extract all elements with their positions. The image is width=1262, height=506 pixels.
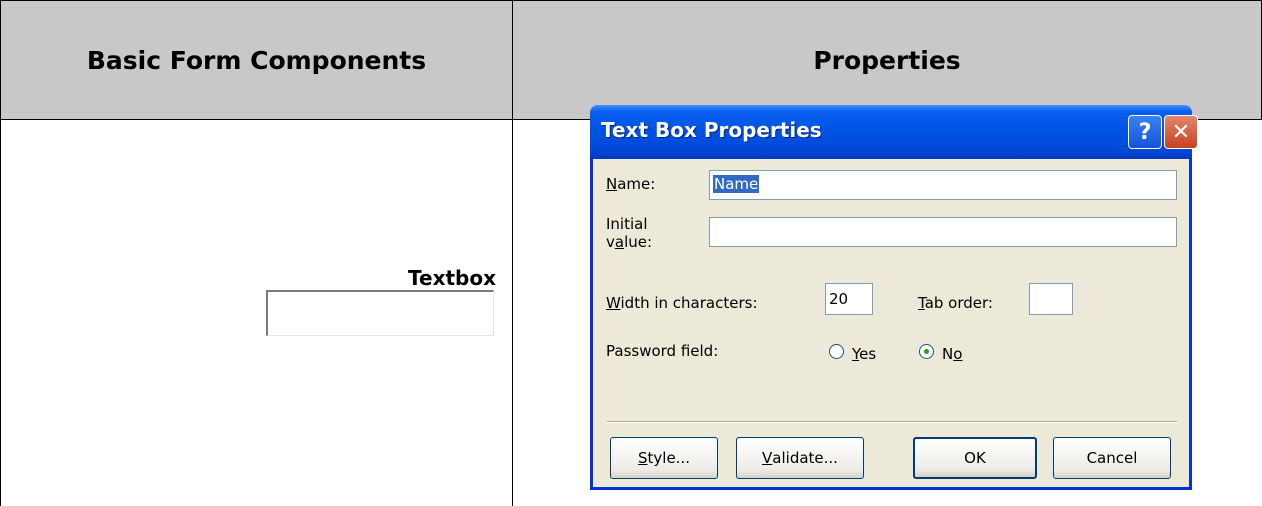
password-no-label[interactable]: No [942, 345, 962, 363]
initial-value-label: Initial value: [606, 215, 653, 251]
name-input[interactable]: Name [709, 170, 1177, 200]
text-box-properties-dialog: Text Box Properties ? ✕ Name: Name Initi… [590, 105, 1198, 490]
password-yes-radio[interactable] [829, 344, 844, 359]
validate-button[interactable]: Validate... [736, 437, 864, 479]
name-label: Name: [606, 175, 656, 193]
demo-textbox[interactable] [266, 290, 494, 336]
tab-order-input[interactable] [1029, 283, 1073, 315]
width-label: Width in characters: [606, 294, 758, 312]
help-icon[interactable]: ? [1128, 115, 1162, 149]
dialog-title: Text Box Properties [601, 118, 822, 142]
header-properties: Properties [513, 1, 1261, 119]
width-input[interactable]: 20 [825, 283, 873, 315]
dialog-titlebar[interactable]: Text Box Properties ? ✕ [590, 105, 1198, 159]
style-button[interactable]: Style... [610, 437, 718, 479]
password-yes-label[interactable]: Yes [852, 345, 876, 363]
textbox-label: Textbox [408, 266, 496, 290]
header-basic-form-components: Basic Form Components [1, 1, 512, 119]
name-input-value: Name [713, 175, 760, 193]
ok-button[interactable]: OK [913, 437, 1037, 479]
button-separator [607, 421, 1177, 423]
initial-value-input[interactable] [709, 217, 1177, 247]
password-field-label: Password field: [606, 342, 719, 360]
password-no-radio[interactable] [919, 344, 934, 359]
close-icon[interactable]: ✕ [1164, 115, 1198, 149]
cancel-button[interactable]: Cancel [1053, 437, 1171, 479]
tab-order-label: Tab order: [918, 294, 993, 312]
